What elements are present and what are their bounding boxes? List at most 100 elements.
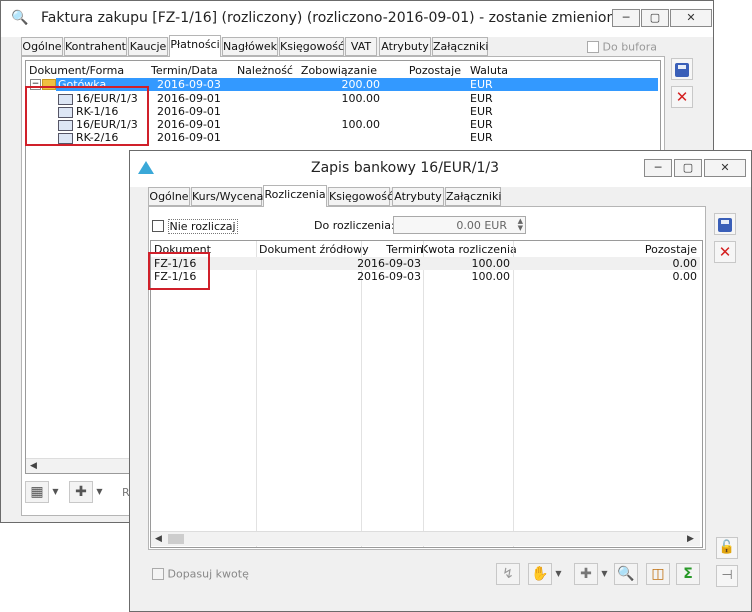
tab-kaucje[interactable]: Kaucje [128,37,168,56]
scroll-right-arrow-icon[interactable]: ▶ [683,532,698,546]
nie-rozliczaj-check[interactable] [152,220,164,232]
col-dokument-zrodlowy[interactable]: Dokument źródłowy [259,243,369,256]
search-button[interactable]: 🔍 [614,563,638,585]
triangle-app-icon [138,161,154,174]
dopasuj-kwote-checkbox[interactable]: Dopasuj kwotę [152,567,249,581]
dopasuj-kwote-label: Dopasuj kwotę [167,567,249,581]
row-date: 2016-09-01 [157,92,221,105]
back-tool-button-1[interactable]: ▦ [25,481,49,503]
invoice-tabs: Ogólne Kontrahent Kaucje Płatności Nagłó… [21,35,661,57]
maximize-button[interactable]: ▢ [674,159,702,177]
row-waluta: EUR [470,92,493,105]
hand-dropdown[interactable]: ▼ [554,563,563,585]
close-button[interactable]: ✕ [670,9,712,27]
tab-platnosci[interactable]: Płatności [169,35,221,57]
invoice-title: Faktura zakupu [FZ-1/16] (rozliczony) (r… [41,10,624,26]
add-dropdown[interactable]: ▼ [600,563,609,585]
tab-zalaczniki[interactable]: Załączniki [432,37,488,56]
back-add-dropdown[interactable]: ▼ [95,481,104,503]
col-zobowiazanie[interactable]: Zobowiązanie [296,64,377,77]
spinner-icon[interactable]: ▲ ▼ [518,218,523,232]
row-date: 2016-09-03 [157,78,221,91]
do-rozliczenia-label: Do rozliczenia: [314,219,395,232]
tab-naglowek[interactable]: Nagłówek [222,37,278,56]
col-kwota-rozliczenia[interactable]: Kwota rozliczenia [421,243,517,256]
bank-record-titlebar[interactable]: Zapis bankowy 16/EUR/1/3 ─ ▢ ✕ [130,151,751,187]
tab-kontrahent[interactable]: Kontrahent [64,37,127,56]
front-save-button[interactable] [714,213,736,235]
nie-rozliczaj-checkbox[interactable]: Nie rozliczaj [152,218,238,234]
table-row[interactable]: FZ-1/16 2016-09-03 100.00 0.00 [151,257,700,270]
highlight-box-fz-documents [148,252,210,290]
pin-button[interactable]: ⊣ [716,565,738,587]
col-waluta[interactable]: Waluta [470,64,508,77]
back-add-button[interactable]: ✚ [69,481,93,503]
back-tool-1-dropdown[interactable]: ▼ [51,481,60,503]
scroll-thumb[interactable] [168,534,184,544]
bank-record-title: Zapis bankowy 16/EUR/1/3 [311,160,499,176]
row-pozostaje: 0.00 [672,257,698,270]
red-x-icon: ✕ [675,88,689,106]
tab-zalaczniki[interactable]: Załączniki [445,187,501,206]
dopasuj-kwote-check[interactable] [152,568,164,580]
col-termin[interactable]: Termin [361,243,423,256]
bank-record-tabs: Ogólne Kurs/Wycena Rozliczenia Księgowoś… [148,185,708,207]
col-dokument-forma[interactable]: Dokument/Forma [29,64,124,77]
row-termin: 2016-09-03 [357,270,421,283]
back-horizontal-scrollbar[interactable]: ◀ [26,458,130,473]
sum-button[interactable]: Σ [676,563,700,585]
payment-icon: ▦ [30,484,44,500]
tab-ksiegowosc[interactable]: Księgowość [328,187,393,206]
tab-ogolne[interactable]: Ogólne [148,187,190,206]
do-bufora-checkbox[interactable]: Do bufora [587,40,657,54]
scroll-left-arrow-icon[interactable]: ◀ [26,459,41,473]
col-pozostaje[interactable]: Pozostaje [386,64,461,77]
front-horizontal-scrollbar[interactable]: ◀ ▶ [151,531,700,546]
col-termin-data[interactable]: Termin/Data [151,64,218,77]
minimize-button[interactable]: ─ [644,159,672,177]
maximize-button[interactable]: ▢ [641,9,669,27]
row-waluta: EUR [470,118,493,131]
row-zobowiazanie: 100.00 [341,92,381,105]
do-bufora-check[interactable] [587,41,599,53]
hand-icon: ✋ [531,566,549,582]
floppy-save-icon [718,217,732,232]
col-pozostaje[interactable]: Pozostaje [551,243,697,256]
settlements-table: Dokument Dokument źródłowy Termin Kwota … [150,240,703,548]
tab-vat[interactable]: VAT [345,37,377,56]
tab-rozliczenia[interactable]: Rozliczenia [263,185,327,207]
padlock-open-icon: 🔓 [718,540,736,555]
hand-button[interactable]: ✋ [528,563,552,585]
scroll-left-arrow-icon[interactable]: ◀ [151,532,166,546]
tab-ogolne[interactable]: Ogólne [21,37,63,56]
table-row[interactable]: FZ-1/16 2016-09-03 100.00 0.00 [151,270,700,283]
back-cancel-button[interactable]: ✕ [671,86,693,108]
invoice-titlebar[interactable]: 🔍 Faktura zakupu [FZ-1/16] (rozliczony) … [1,1,713,37]
close-button[interactable]: ✕ [704,159,746,177]
row-kwota: 100.00 [471,257,511,270]
front-cancel-button[interactable]: ✕ [714,241,736,263]
tab-ksiegowosc[interactable]: Księgowość [279,37,344,56]
tab-kurs-wycena[interactable]: Kurs/Wycena [191,187,263,206]
unlock-button[interactable]: 🔓 [716,537,738,559]
column-divider [423,241,424,547]
row-zobowiazanie: 200.00 [341,78,381,91]
tab-atrybuty[interactable]: Atrybuty [379,37,431,56]
add-button[interactable]: ✚ [574,563,598,585]
do-rozliczenia-field[interactable]: 0.00 EUR ▲ ▼ [393,216,526,234]
back-save-button[interactable] [671,58,693,80]
floppy-save-icon [675,62,689,77]
pin-icon: ⊣ [721,568,733,583]
tab-atrybuty[interactable]: Atrybuty [392,187,444,206]
highlight-box-documents [25,86,149,146]
minimize-button[interactable]: ─ [612,9,640,27]
delete-button[interactable]: ◫ [646,563,670,585]
row-waluta: EUR [470,105,493,118]
lightning-button[interactable]: ↯ [496,563,520,585]
col-naleznosc[interactable]: Należność [226,64,293,77]
row-termin: 2016-09-03 [357,257,421,270]
do-rozliczenia-value: 0.00 EUR [456,219,507,232]
column-divider [361,241,362,547]
plus-icon: ✚ [580,566,592,582]
column-divider [256,241,257,547]
